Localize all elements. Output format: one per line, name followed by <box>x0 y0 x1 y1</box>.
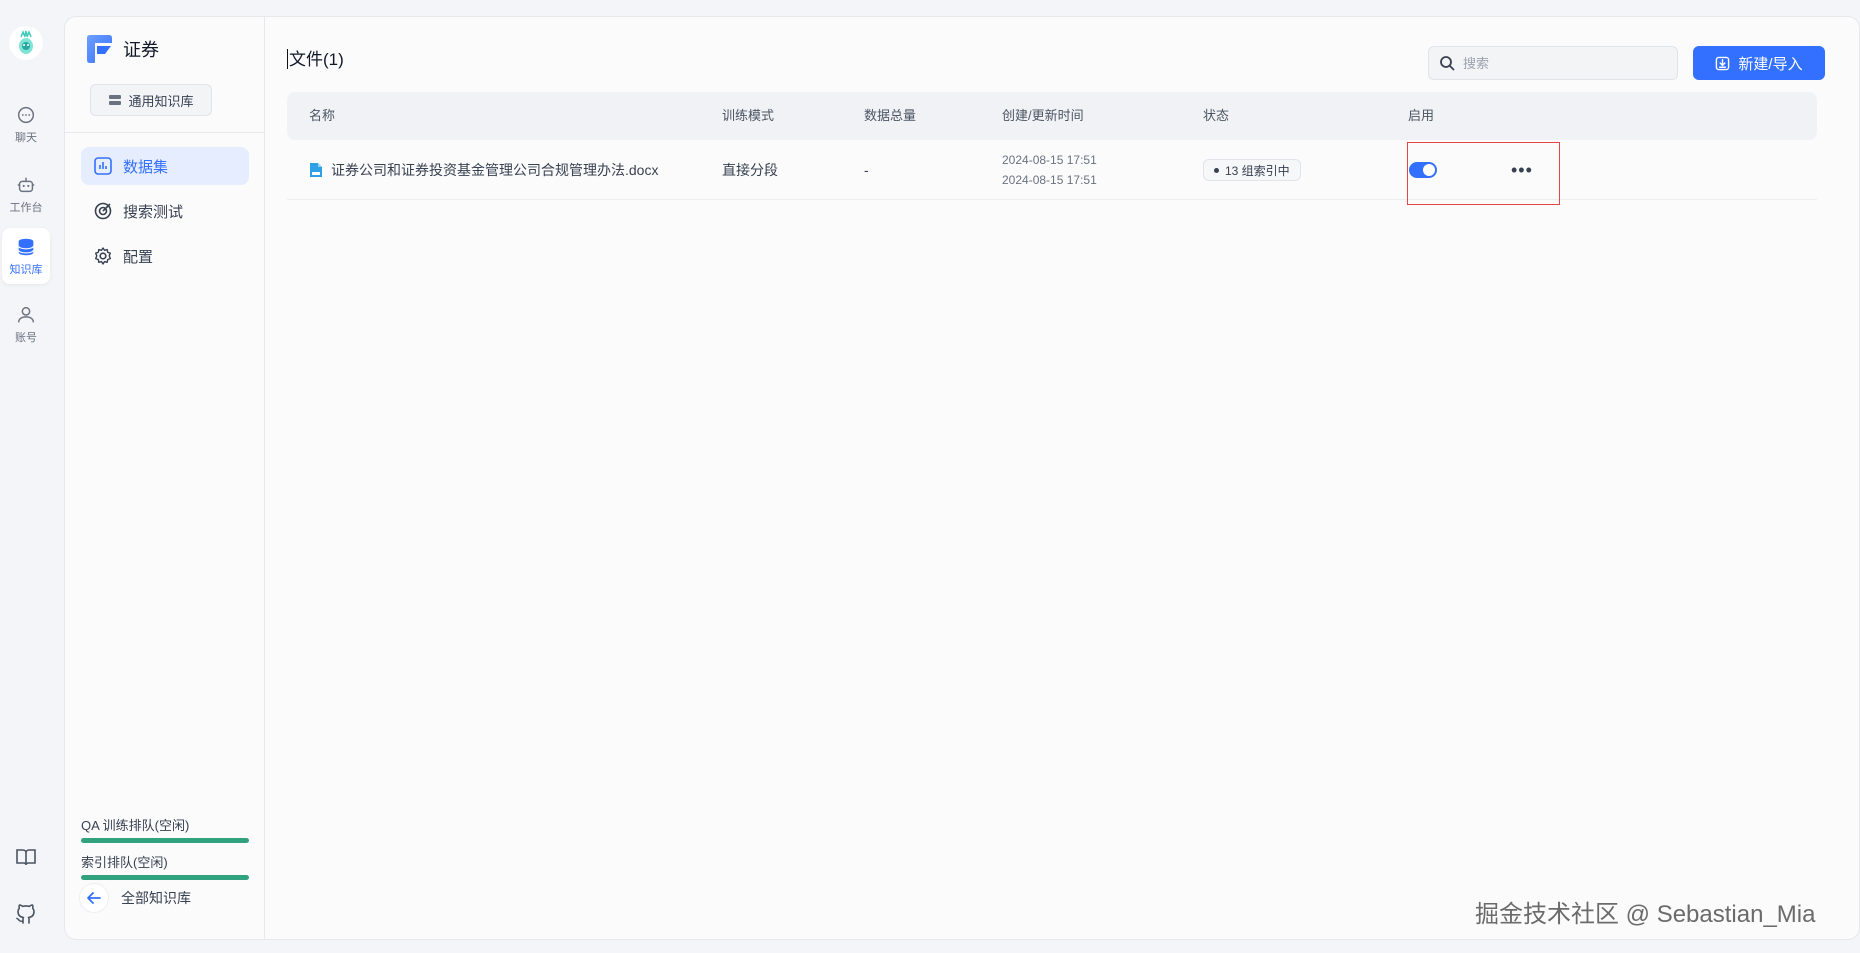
kb-nav-config[interactable]: 配置 <box>81 237 249 275</box>
col-header-status[interactable]: 状态 <box>1203 92 1229 140</box>
created-time: 2024-08-15 17:51 <box>1002 153 1097 167</box>
time-cell: 2024-08-15 17:51 2024-08-15 17:51 <box>1002 140 1097 200</box>
rail-item-label: 账号 <box>15 331 37 344</box>
import-icon <box>1716 56 1730 70</box>
github-icon[interactable] <box>14 902 38 926</box>
kb-avatar-icon <box>87 35 112 63</box>
page-title: 文件(1) <box>287 45 344 70</box>
queue-label: 索引排队(空闲) <box>81 855 168 870</box>
rail-item-workbench[interactable]: 工作台 <box>2 166 50 222</box>
status-badge: 13 组索引中 <box>1203 159 1301 181</box>
rail-item-chat[interactable]: 聊天 <box>2 96 50 152</box>
kb-nav-label: 数据集 <box>123 158 169 176</box>
robot-icon <box>17 177 35 192</box>
main-card: 证券 通用知识库 数据集 搜索测试 配置 QA 训练排队(空闲) 索引排队(空闲… <box>64 16 1860 940</box>
app-root: 聊天 工作台 知识库 账号 证券 通用知识库 数据集 搜索测试 配置 QA 训练… <box>0 0 1860 953</box>
rail-item-knowledge[interactable]: 知识库 <box>2 228 50 284</box>
kb-type-badge: 通用知识库 <box>90 84 212 116</box>
col-header-enabled[interactable]: 启用 <box>1408 92 1434 140</box>
text-cursor <box>287 49 288 69</box>
file-name: 证券公司和证券投资基金管理公司合规管理办法.docx <box>331 162 659 178</box>
updated-time: 2024-08-15 17:51 <box>1002 173 1097 187</box>
col-header-total[interactable]: 数据总量 <box>864 92 916 140</box>
docx-file-icon <box>310 163 322 177</box>
chart-icon <box>94 157 112 175</box>
server-icon <box>109 95 122 105</box>
rail-item-label: 工作台 <box>9 201 43 214</box>
kb-header: 证券 <box>85 34 159 64</box>
table-header: 名称 训练模式 数据总量 创建/更新时间 状态 启用 <box>287 92 1817 140</box>
kb-divider <box>65 132 264 133</box>
rail-item-label: 聊天 <box>15 131 37 144</box>
user-icon <box>17 306 35 322</box>
kb-sidebar: 证券 通用知识库 数据集 搜索测试 配置 QA 训练排队(空闲) 索引排队(空闲… <box>65 17 265 939</box>
qa-queue-status: QA 训练排队(空闲) <box>81 815 249 843</box>
back-to-all-kb[interactable]: 全部知识库 <box>79 883 191 913</box>
queue-label: QA 训练排队(空闲) <box>81 818 190 833</box>
index-queue-status: 索引排队(空闲) <box>81 852 249 880</box>
new-import-button[interactable]: 新建/导入 <box>1693 46 1825 80</box>
kb-title: 证券 <box>123 40 159 60</box>
robot-logo-icon <box>19 30 33 54</box>
kb-nav-label: 配置 <box>123 248 154 266</box>
col-header-name[interactable]: 名称 <box>309 92 335 140</box>
page-title-text: 文件(1) <box>289 50 344 69</box>
chat-icon <box>17 106 35 123</box>
dataset-content: 文件(1) 新建/导入 名称 训练模式 数据总量 创建/更新时间 状态 启用 <box>265 17 1859 939</box>
queue-progress-bar <box>81 838 249 843</box>
search-box[interactable] <box>1428 46 1678 80</box>
status-cell: 13 组索引中 <box>1203 140 1301 200</box>
rail-item-account[interactable]: 账号 <box>2 296 50 352</box>
kb-type-label: 通用知识库 <box>128 93 194 109</box>
col-header-time[interactable]: 创建/更新时间 <box>1002 92 1084 140</box>
app-rail: 聊天 工作台 知识库 账号 <box>0 0 52 953</box>
target-icon <box>94 202 112 220</box>
kb-nav-dataset[interactable]: 数据集 <box>81 147 249 185</box>
watermark: 掘金技术社区 @ Sebastian_Mia <box>1475 901 1816 928</box>
arrow-left-icon <box>79 883 109 913</box>
book-icon[interactable] <box>14 845 38 869</box>
search-icon <box>1440 56 1455 71</box>
file-name-cell[interactable]: 证券公司和证券投资基金管理公司合规管理办法.docx <box>309 140 658 200</box>
back-label: 全部知识库 <box>121 890 191 906</box>
table-row[interactable]: 证券公司和证券投资基金管理公司合规管理办法.docx 直接分段 - 2024-0… <box>287 140 1817 200</box>
train-mode: 直接分段 <box>722 162 778 178</box>
data-total: - <box>864 162 869 178</box>
search-input[interactable] <box>1463 55 1663 71</box>
kb-nav-search-test[interactable]: 搜索测试 <box>81 192 249 230</box>
new-import-label: 新建/导入 <box>1738 55 1803 73</box>
queue-progress-bar <box>81 875 249 880</box>
status-highlight-box <box>1407 142 1560 205</box>
rail-item-label: 知识库 <box>9 263 43 276</box>
col-header-mode[interactable]: 训练模式 <box>722 92 774 140</box>
status-dot <box>1214 167 1219 173</box>
status-text: 13 组索引中 <box>1225 163 1290 178</box>
app-logo[interactable] <box>9 26 43 60</box>
database-icon <box>18 238 34 255</box>
gear-icon <box>95 247 111 265</box>
kb-nav-label: 搜索测试 <box>123 203 184 221</box>
